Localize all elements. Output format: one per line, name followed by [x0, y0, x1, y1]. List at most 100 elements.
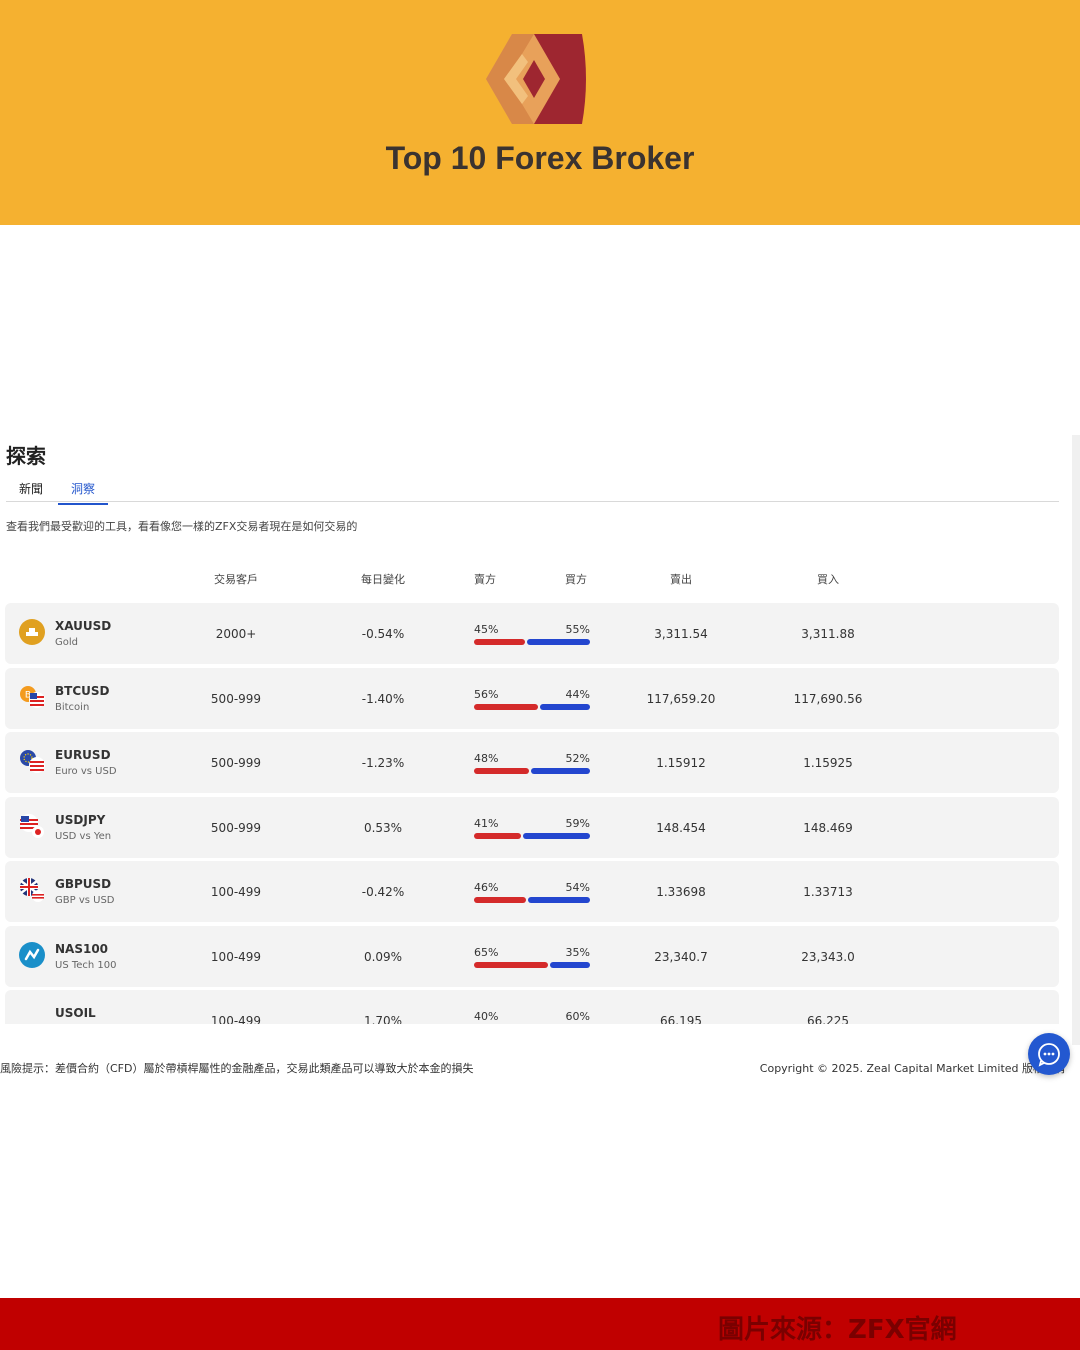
buy-price: 23,343.0 [801, 949, 855, 964]
image-source-watermark: 圖片來源：ZFX官網 [718, 1315, 957, 1345]
buyer-percent: 44% [565, 687, 590, 701]
sentiment-bar [474, 961, 590, 968]
symbol-name: EURUSD [55, 748, 111, 762]
chat-button[interactable] [1028, 1033, 1070, 1075]
table-row[interactable]: NAS100 US Tech 100 100-499 0.09% 65% 35% 23,34… [5, 925, 1059, 987]
table-row[interactable]: USDJPY USD vs Yen 500-999 0.53% 41% 59% 148.45… [5, 796, 1059, 858]
daily-change: -0.54% [361, 627, 405, 641]
buyer-percent: 35% [565, 945, 590, 959]
buyer-percent: 59% [565, 816, 590, 830]
seller-bar [474, 832, 521, 839]
sentiment-bar [474, 897, 590, 903]
column-header-daily-change: 每日變化 [361, 573, 405, 586]
seller-percent: 46% [474, 881, 499, 894]
daily-change: -1.40% [361, 691, 405, 706]
clients-count: 100-499 [210, 949, 262, 964]
sentiment-bar [474, 639, 590, 645]
clients-count: 100-499 [210, 1014, 262, 1024]
symbol-name: NAS100 [55, 941, 109, 956]
symbol-description: GBP vs USD [55, 895, 115, 906]
table-row[interactable]: GBPUSD GBP vs USD 100-499 -0.42% 46% 54% 1.336… [5, 861, 1059, 922]
buy-price: 1.15925 [803, 756, 853, 770]
gbp-usd-flag-icon [19, 877, 45, 903]
eu-usd-flag-icon [19, 748, 45, 774]
tab-news[interactable]: 新聞 [19, 480, 43, 503]
symbol-description: Gold [55, 637, 78, 648]
column-header-sellers: 賣方 [474, 573, 496, 586]
symbol-name: BTCUSD [55, 683, 110, 698]
buyer-bar [528, 897, 590, 903]
bitcoin-usd-flag-icon: B [19, 684, 45, 710]
risk-warning: 風險提示：差價合約（CFD）屬於帶槓桿屬性的金融產品，交易此類產品可以導致大於本… [0, 1062, 474, 1075]
sell-price: 1.33698 [656, 885, 706, 899]
buyer-bar [527, 639, 590, 645]
seller-bar [474, 639, 525, 645]
seller-bar [474, 703, 538, 710]
buyer-percent: 60% [565, 1010, 590, 1023]
clients-count: 100-499 [210, 885, 262, 899]
banner-title: Top 10 Forex Broker [385, 140, 695, 176]
usd-jpy-flag-icon [19, 813, 45, 839]
chat-bubble-icon [1038, 1043, 1060, 1067]
clients-count: 2000+ [215, 627, 257, 641]
buy-price: 66.225 [807, 1014, 849, 1024]
sentiment-bar [474, 703, 590, 710]
symbol-name: XAUUSD [55, 619, 112, 633]
broker-logo-icon [486, 34, 586, 124]
buy-price: 1.33713 [803, 885, 853, 899]
sentiment-bar [474, 768, 590, 774]
daily-change: 0.53% [363, 820, 403, 835]
buy-price: 3,311.88 [801, 627, 855, 641]
symbol-name: GBPUSD [55, 877, 112, 891]
table-row[interactable]: EURUSD Euro vs USD 500-999 -1.23% 48% 52% 1.15… [5, 732, 1059, 793]
sentiment-bar [474, 832, 590, 839]
buyer-bar [550, 961, 590, 968]
seller-bar [474, 961, 548, 968]
buyer-percent: 54% [565, 881, 590, 894]
gold-icon [19, 619, 45, 645]
seller-percent: 56% [474, 687, 499, 701]
tab-insights[interactable]: 洞察 [58, 480, 108, 505]
table-row[interactable]: XAUUSD Gold 2000+ -0.54% 45% 55% 3,311.54 3,311… [5, 603, 1059, 664]
clients-count: 500-999 [210, 691, 262, 706]
seller-percent: 65% [474, 945, 499, 959]
buyer-bar [540, 703, 590, 710]
sell-price: 148.454 [656, 820, 706, 835]
instrument-table: XAUUSD Gold 2000+ -0.54% 45% 55% 3,311.54 3,311… [0, 602, 1080, 1024]
seller-bar [474, 768, 529, 774]
table-row[interactable]: B BTCUSD Bitcoin 500-999 -1.40% 56% 44% 117,659… [5, 667, 1059, 729]
header-banner: Top 10 Forex Broker [0, 0, 1080, 225]
sell-price: 117,659.20 [646, 691, 716, 706]
explore-tabs: 新聞 洞察 [6, 478, 1059, 505]
buyer-bar [523, 832, 590, 839]
seller-percent: 48% [474, 752, 499, 765]
symbol-description: Bitcoin [55, 701, 90, 713]
seller-bar [474, 897, 526, 903]
section-description: 查看我們最受歡迎的工具，看看像您一樣的ZFX交易者現在是如何交易的 [6, 520, 358, 533]
buyer-percent: 55% [565, 623, 590, 636]
symbol-description: Euro vs USD [55, 766, 117, 777]
column-header-sell: 賣出 [670, 573, 692, 586]
sell-price: 23,340.7 [654, 949, 708, 964]
sell-price: 3,311.54 [654, 627, 708, 641]
section-title: 探索 [6, 444, 46, 468]
daily-change: -0.42% [361, 885, 405, 899]
column-header-buyers: 買方 [565, 573, 587, 586]
symbol-description: US Tech 100 [55, 959, 117, 971]
seller-percent: 41% [474, 816, 499, 830]
clients-count: 500-999 [210, 820, 262, 835]
buy-price: 117,690.56 [793, 691, 863, 706]
sell-price: 1.15912 [656, 756, 706, 770]
nasdaq-icon [19, 941, 45, 968]
table-row[interactable]: USOIL 100-499 1.70% 40% 60% 66.195 66.225 [5, 990, 1059, 1024]
clients-count: 500-999 [210, 756, 262, 770]
daily-change: 1.70% [363, 1014, 403, 1024]
symbol-name: USOIL [55, 1006, 96, 1020]
daily-change: 0.09% [363, 949, 403, 964]
buy-price: 148.469 [803, 820, 853, 835]
symbol-name: USDJPY [55, 812, 106, 827]
buyer-bar [531, 768, 590, 774]
sell-price: 66.195 [660, 1014, 702, 1024]
seller-percent: 45% [474, 623, 499, 636]
daily-change: -1.23% [361, 756, 405, 770]
